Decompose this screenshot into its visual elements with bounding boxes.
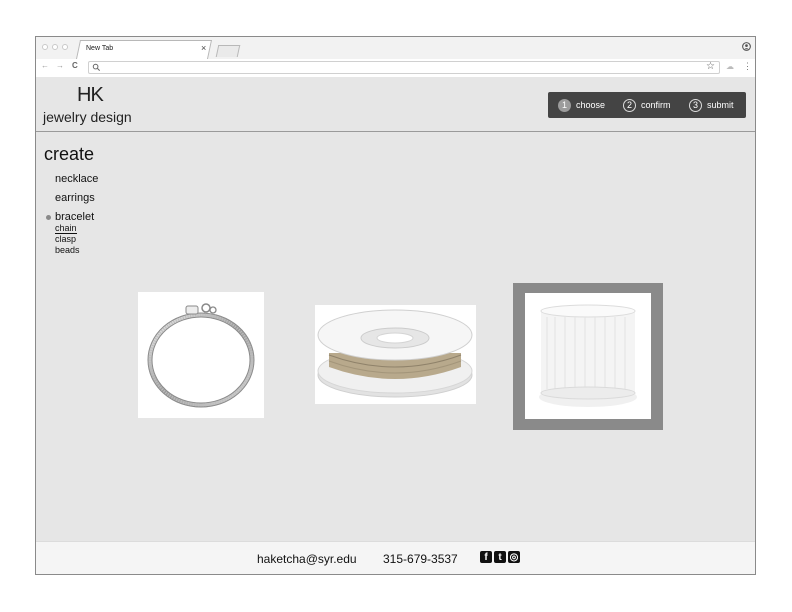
instagram-icon[interactable]: ◎ — [508, 551, 520, 563]
browser-window: New Tab × ← → C ☆ ☁ ⋮ HK jewelry design … — [35, 36, 756, 575]
search-icon — [92, 63, 101, 72]
url-input[interactable] — [88, 61, 720, 74]
step-label: submit — [707, 100, 734, 110]
step-submit[interactable]: 3 submit — [689, 98, 734, 112]
nav-item-necklace[interactable]: necklace — [55, 173, 98, 185]
product-card-elastic-cord[interactable] — [525, 293, 651, 419]
tab-close-icon[interactable]: × — [201, 43, 206, 53]
product-card-wire-spool[interactable] — [315, 305, 476, 404]
twitter-icon[interactable]: t — [494, 551, 506, 563]
browser-menu-icon[interactable]: ⋮ — [743, 61, 752, 72]
reload-icon[interactable]: C — [72, 61, 78, 70]
subnav-item-beads[interactable]: beads — [55, 245, 80, 255]
bookmark-star-icon[interactable]: ☆ — [706, 61, 715, 72]
subnav-item-chain[interactable]: chain — [55, 223, 77, 234]
create-heading: create — [44, 144, 95, 164]
snake-chain-bracelet-image — [147, 303, 255, 408]
logo-text[interactable]: jewelry design — [43, 109, 132, 125]
footer-email[interactable]: haketcha@syr.edu — [257, 552, 357, 566]
tab-strip: New Tab × — [36, 37, 755, 59]
active-bullet-icon — [46, 215, 51, 220]
step-choose[interactable]: 1 choose — [558, 98, 605, 112]
step-label: confirm — [641, 100, 671, 110]
minimize-window-icon[interactable] — [52, 44, 58, 50]
close-window-icon[interactable] — [42, 44, 48, 50]
maximize-window-icon[interactable] — [62, 44, 68, 50]
account-icon[interactable] — [742, 42, 751, 51]
step-number: 2 — [623, 98, 636, 112]
product-card-bracelet[interactable] — [138, 292, 264, 418]
forward-icon[interactable]: → — [56, 61, 64, 70]
nav-item-earrings[interactable]: earrings — [55, 192, 95, 204]
step-label: choose — [576, 100, 606, 110]
clear-elastic-cord-spool-image — [539, 304, 637, 407]
step-number: 3 — [689, 98, 702, 112]
back-icon[interactable]: ← — [41, 61, 49, 70]
footer-phone[interactable]: 315-679-3537 — [383, 552, 458, 566]
step-number: 1 — [558, 98, 571, 112]
extension-icon[interactable]: ☁ — [726, 62, 734, 71]
silver-wire-spool-image — [317, 309, 473, 398]
tab-title: New Tab — [86, 45, 114, 52]
facebook-icon[interactable]: f — [480, 551, 492, 563]
new-tab-button[interactable] — [215, 45, 241, 57]
nav-item-bracelet[interactable]: bracelet — [55, 211, 94, 223]
logo-mark[interactable]: HK — [77, 84, 104, 107]
subnav-item-clasp[interactable]: clasp — [55, 234, 76, 244]
progress-steps: 1 choose 2 confirm 3 submit — [548, 92, 746, 118]
step-confirm[interactable]: 2 confirm — [623, 98, 671, 112]
